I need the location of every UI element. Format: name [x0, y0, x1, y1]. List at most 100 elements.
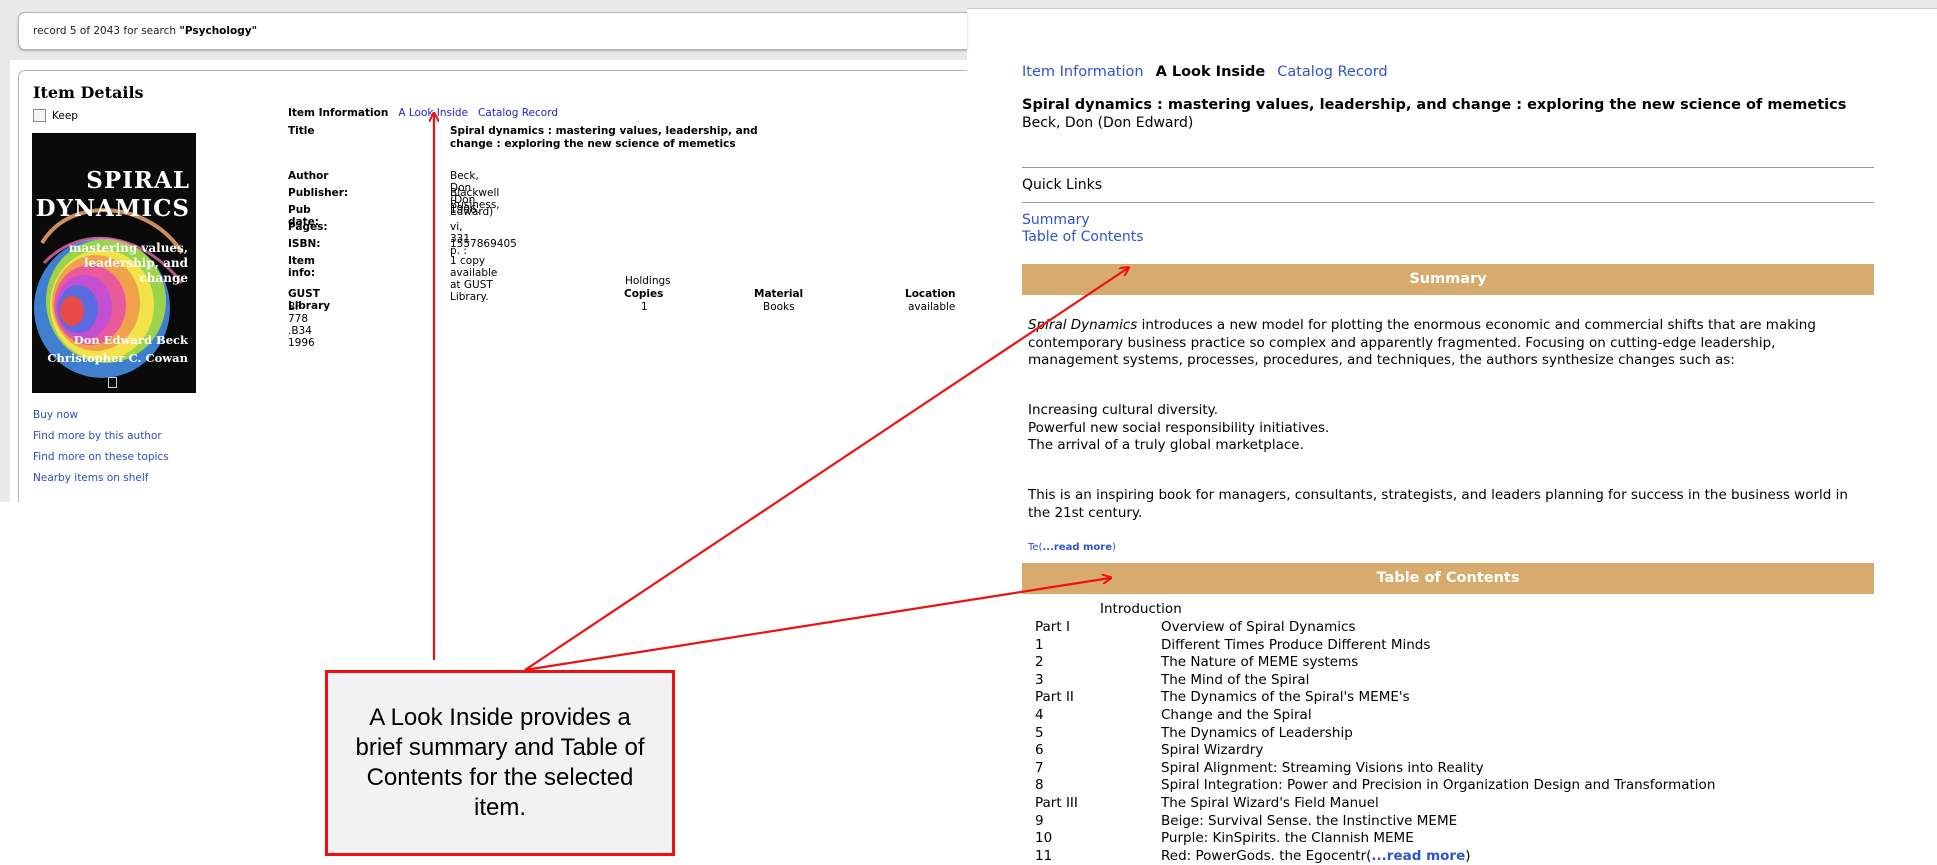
- toc-row: 2 The Nature of MEME systems: [1035, 654, 1835, 670]
- tab-item-information[interactable]: Item Information: [288, 107, 388, 119]
- publisher-label: Publisher:: [288, 187, 349, 199]
- toc-title: Spiral Alignment: Streaming Visions into…: [1161, 759, 1484, 776]
- toc-row: Part II The Dynamics of the Spiral's MEME…: [1035, 689, 1835, 705]
- title-value: Spiral dynamics : mastering values, lead…: [450, 125, 758, 150]
- toc-heading-band: Table of Contents: [1022, 563, 1874, 594]
- keep-checkbox[interactable]: [33, 109, 46, 122]
- location-value: available: [908, 301, 956, 313]
- summary-heading-band: Summary: [1022, 264, 1874, 295]
- record-position-text: record 5 of 2043 for search "Psychology": [33, 25, 258, 37]
- summary-read-more-link[interactable]: ...read more: [1042, 542, 1112, 553]
- quick-link-summary[interactable]: Summary: [1022, 212, 1090, 228]
- toc-number: Part II: [1035, 689, 1074, 706]
- toc-row: 5 The Dynamics of Leadership: [1035, 725, 1835, 741]
- summary-list-item: The arrival of a truly global marketplac…: [1028, 437, 1304, 453]
- author-label: Author: [288, 170, 329, 182]
- toc-number: Part I: [1035, 619, 1070, 635]
- holdings-call-number: BF 778 .B34 1996: [288, 301, 315, 349]
- buy-now-link[interactable]: Buy now: [33, 405, 169, 426]
- location-header: Location: [905, 288, 956, 300]
- book-title: Spiral dynamics : mastering values, lead…: [1022, 97, 1847, 113]
- toc-number: 7: [1035, 759, 1044, 776]
- left-panel-edge: [0, 60, 10, 502]
- tab-catalog-record-right[interactable]: Catalog Record: [1277, 64, 1387, 80]
- toc-title: Change and the Spiral: [1161, 707, 1312, 723]
- book-author: Beck, Don (Don Edward): [1022, 115, 1194, 131]
- toc-row: 7 Spiral Alignment: Streaming Visions int…: [1035, 760, 1835, 776]
- nearby-items-link[interactable]: Nearby items on shelf: [33, 468, 169, 489]
- toc-row: 4 Change and the Spiral: [1035, 707, 1835, 723]
- toc-row: Part III The Spiral Wizard's Field Manuel: [1035, 795, 1835, 811]
- toc-title: Red: PowerGods. the Egocentr(...read mor…: [1161, 847, 1471, 864]
- toc-number: 4: [1035, 707, 1044, 723]
- item-tabs: Item Information A Look Inside Catalog Rec…: [288, 107, 558, 119]
- summary-list-item: Increasing cultural diversity.: [1028, 402, 1219, 418]
- toc-title: Spiral Wizardry: [1161, 742, 1264, 759]
- tab-catalog-record[interactable]: Catalog Record: [478, 107, 558, 119]
- toc-row: Part I Overview of Spiral Dynamics: [1035, 619, 1835, 635]
- isbn-value: 1557869405: [450, 238, 517, 250]
- divider-top: [1022, 167, 1874, 168]
- summary-paragraph-3: This is an inspiring book for managers, …: [1028, 487, 1848, 521]
- tab-a-look-inside[interactable]: A Look Inside: [398, 107, 468, 119]
- toc-number: 2: [1035, 654, 1044, 671]
- toc-title: Overview of Spiral Dynamics: [1161, 619, 1356, 635]
- pages-label: Pages:: [288, 221, 328, 233]
- right-panel-top-border: [967, 0, 1937, 9]
- toc-read-more-link[interactable]: ...read more: [1371, 848, 1465, 864]
- item-side-links: Buy now Find more by this author Find mo…: [33, 405, 169, 489]
- material-header: Material: [754, 288, 804, 300]
- toc-title: Beige: Survival Sense. the Instinctive M…: [1161, 812, 1458, 829]
- summary-list-item: Powerful new social responsibility initi…: [1028, 419, 1330, 436]
- toc-number: 6: [1035, 742, 1044, 759]
- tab-a-look-inside-active[interactable]: A Look Inside: [1156, 64, 1266, 80]
- cover-subtitle: mastering values, leadership, and change: [68, 241, 188, 285]
- toc-title: The Dynamics of Leadership: [1161, 724, 1353, 741]
- publisher-logo-icon: [108, 377, 117, 388]
- iteminfo-label: Item info:: [288, 255, 316, 279]
- toc-number: 11: [1035, 847, 1053, 864]
- keep-row[interactable]: Keep: [33, 109, 78, 122]
- toc-number: 8: [1035, 777, 1044, 794]
- look-inside-tabs: Item Information A Look Inside Catalog Rec…: [1022, 64, 1388, 80]
- toc-row: 9 Beige: Survival Sense. the Instinctive …: [1035, 813, 1835, 829]
- pubdate-value: 1996.: [450, 204, 481, 216]
- toc-number: Part III: [1035, 795, 1078, 811]
- toc-title: Spiral Integration: Power and Precision …: [1161, 777, 1716, 794]
- toc-number: 10: [1035, 830, 1053, 847]
- toc-row: 10 Purple: KinSpirits. the Clannish MEME: [1035, 830, 1835, 846]
- summary-list: Increasing cultural diversity. Powerful …: [1028, 402, 1858, 455]
- book-cover-image: SPIRAL DYNAMICS mastering values, leader…: [32, 133, 196, 393]
- material-value: Books: [763, 301, 795, 313]
- toc-number: 5: [1035, 724, 1044, 741]
- summary-read-more: Te(...read more): [1028, 542, 1116, 553]
- item-details-heading: Item Details: [33, 83, 144, 102]
- find-more-topics-link[interactable]: Find more on these topics: [33, 447, 169, 468]
- toc-row: 11 Red: PowerGods. the Egocentr(...read m…: [1035, 848, 1835, 864]
- toc-title: The Mind of the Spiral: [1161, 671, 1310, 688]
- toc-title: The Nature of MEME systems: [1161, 654, 1359, 671]
- summary-paragraph-1: Spiral Dynamics introduces a new model f…: [1028, 317, 1816, 368]
- annotation-callout: A Look Inside provides a brief summary a…: [325, 670, 675, 856]
- iteminfo-value: 1 copy available at GUST Library.: [450, 255, 498, 303]
- holdings-header: Holdings: [625, 275, 671, 287]
- cover-title-line1: SPIRAL: [86, 167, 190, 194]
- search-query: "Psychology": [179, 25, 258, 37]
- copies-header: Copies: [624, 288, 664, 300]
- divider-quick-links: [1022, 202, 1874, 203]
- toc-title: The Dynamics of the Spiral's MEME's: [1161, 689, 1410, 706]
- toc-title: Different Times Produce Different Minds: [1161, 636, 1431, 653]
- find-more-by-author-link[interactable]: Find more by this author: [33, 426, 169, 447]
- toc-row: 8 Spiral Integration: Power and Precision…: [1035, 777, 1835, 793]
- cover-authors: Don Edward Beck Christopher C. Cowan: [47, 333, 188, 365]
- toc-introduction: Introduction: [1100, 601, 1182, 617]
- toc-row: 6 Spiral Wizardry: [1035, 742, 1835, 758]
- quick-link-table-of-contents[interactable]: Table of Contents: [1022, 229, 1144, 245]
- tab-item-information-right[interactable]: Item Information: [1022, 64, 1144, 80]
- search-result-bar: record 5 of 2043 for search "Psychology": [18, 12, 967, 50]
- toc-title: The Spiral Wizard's Field Manuel: [1161, 795, 1379, 811]
- quick-links-label: Quick Links: [1022, 177, 1103, 193]
- callout-text: A Look Inside provides a brief summary a…: [355, 704, 645, 821]
- cover-title-line2: DYNAMICS: [35, 195, 190, 222]
- toc-title: Purple: KinSpirits. the Clannish MEME: [1161, 830, 1414, 847]
